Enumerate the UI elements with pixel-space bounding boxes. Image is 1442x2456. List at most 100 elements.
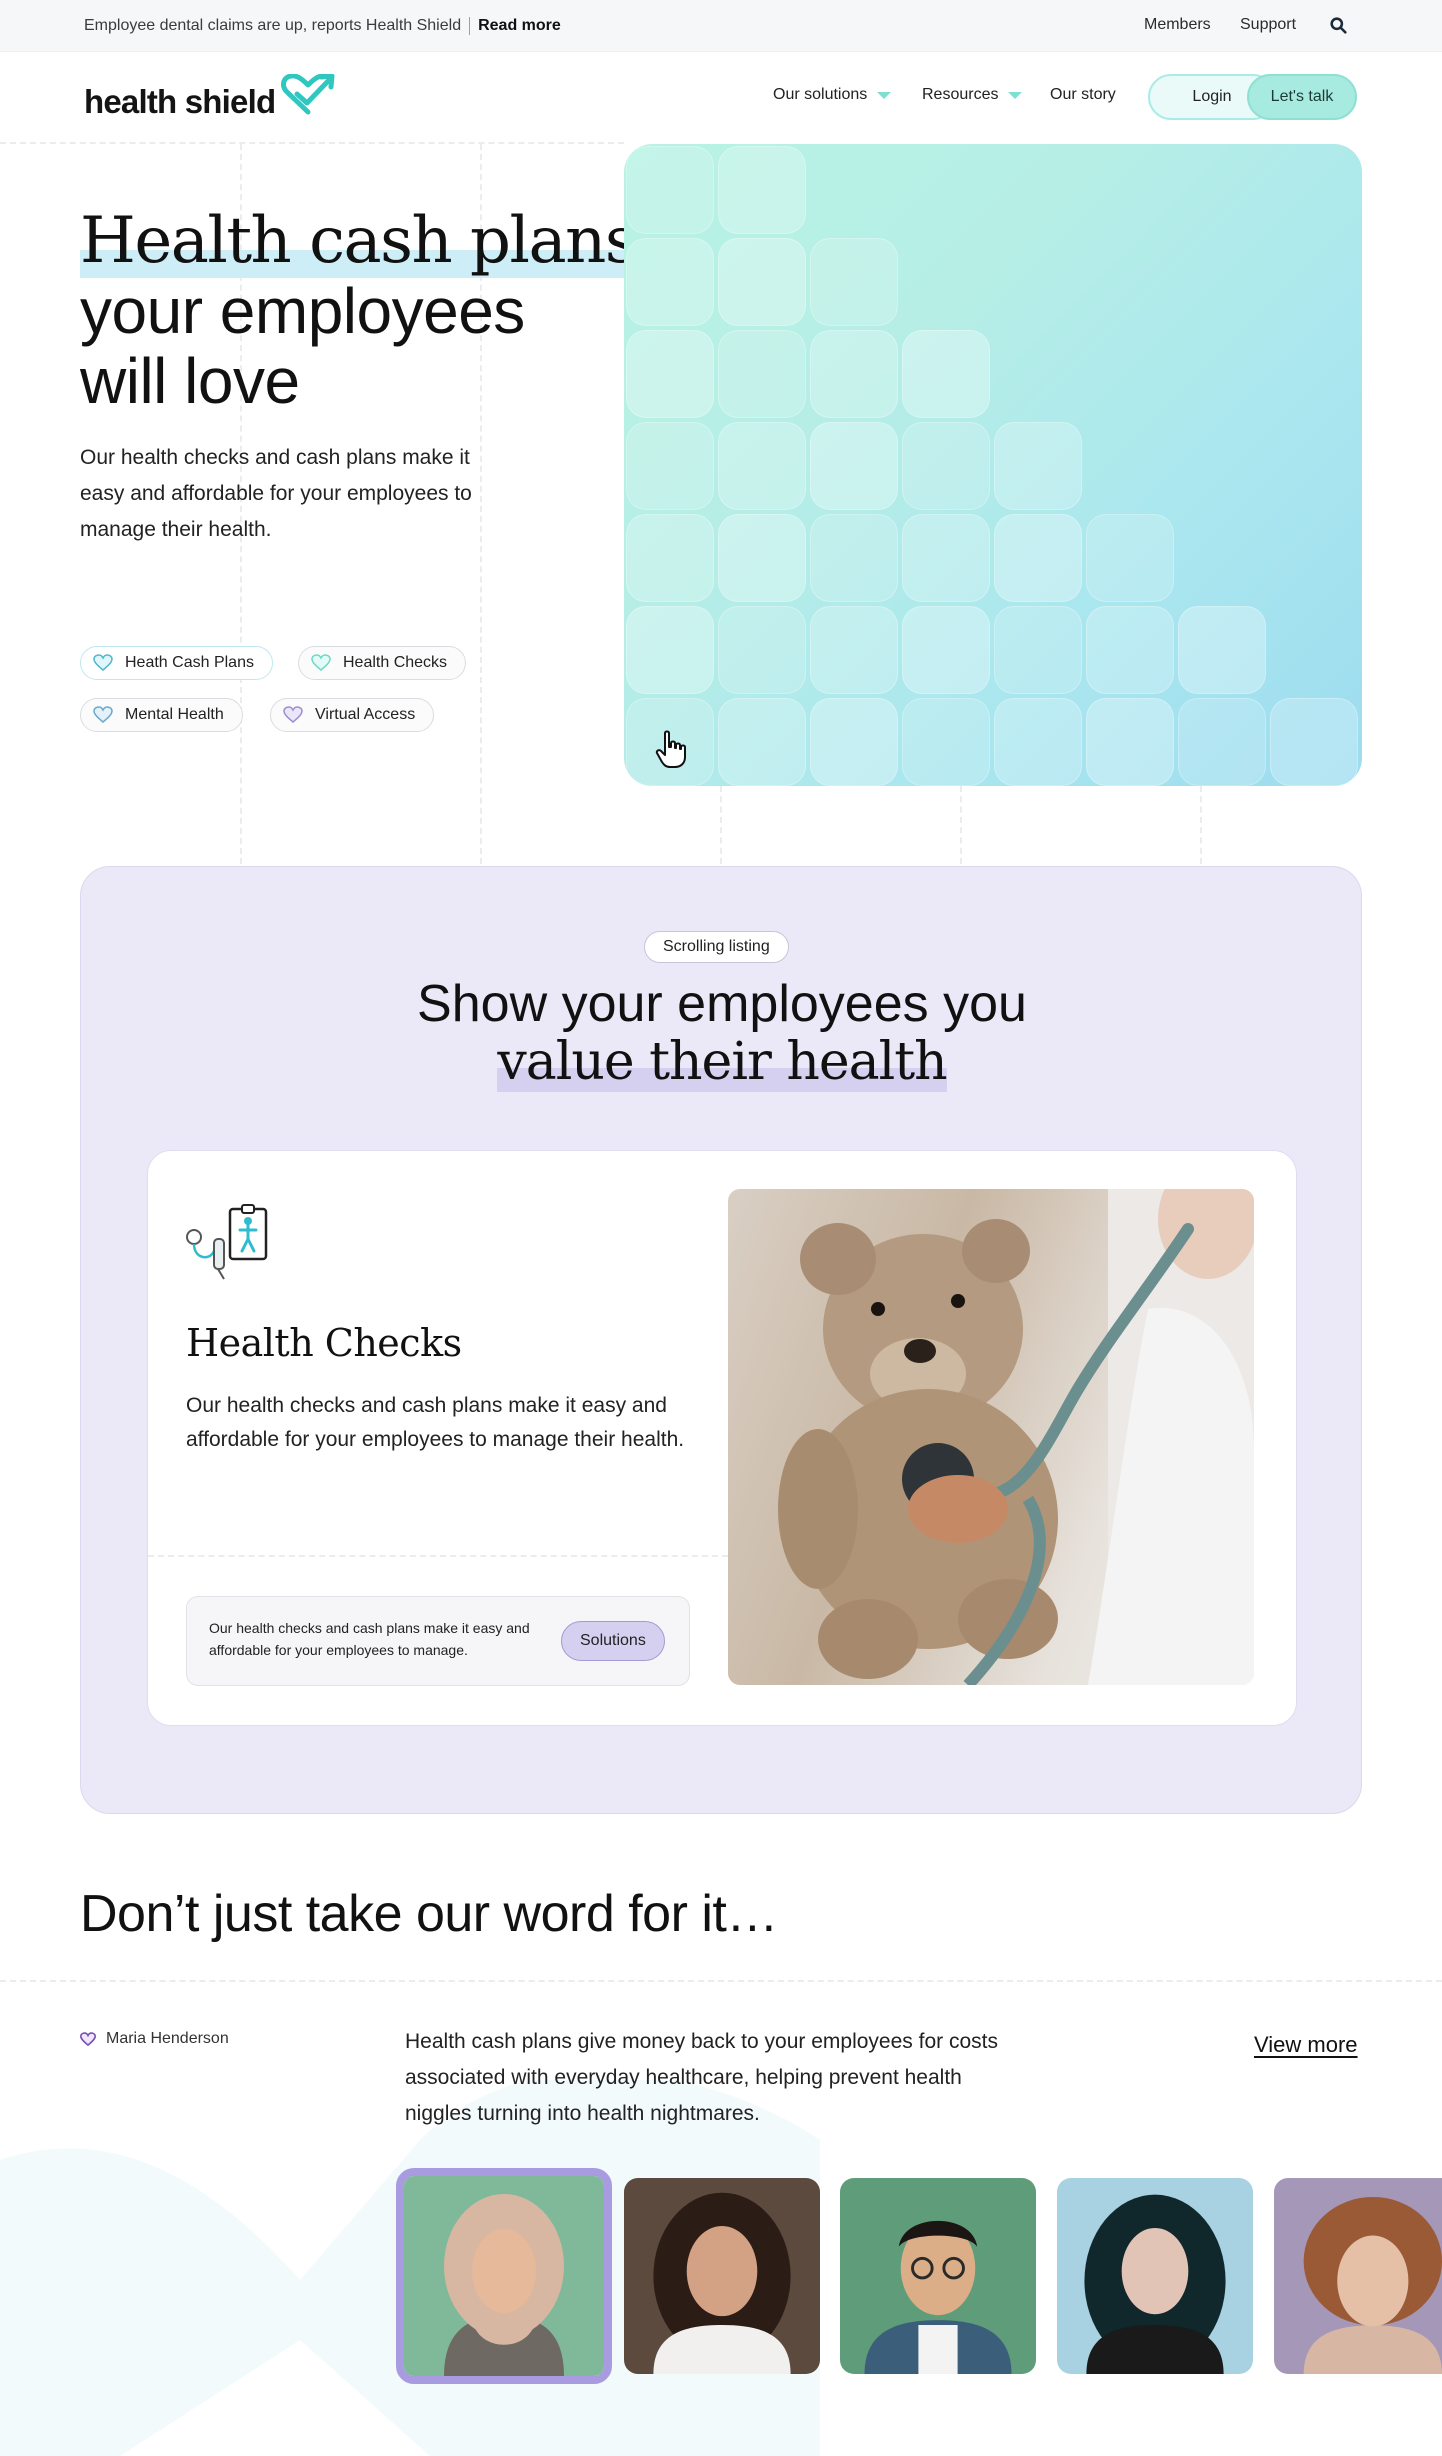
- logo[interactable]: health shield: [84, 74, 335, 118]
- listing-title-highlight: value their health: [497, 1032, 948, 1092]
- pattern-tile: [902, 698, 990, 786]
- site-header: health shield Our solutions Resources Ou…: [0, 52, 1442, 144]
- pattern-tile: [718, 422, 806, 510]
- pattern-tile: [902, 514, 990, 602]
- chip-mental-health[interactable]: Mental Health: [80, 698, 243, 732]
- hero-title-line: will love: [80, 345, 300, 417]
- nav-label: Resources: [922, 86, 999, 103]
- card-note: Our health checks and cash plans make it…: [186, 1596, 690, 1686]
- solutions-button[interactable]: Solutions: [561, 1621, 665, 1661]
- avatar-image: [1057, 2178, 1253, 2374]
- pattern-tile: [810, 330, 898, 418]
- pattern-tile: [902, 330, 990, 418]
- pattern-tile: [626, 330, 714, 418]
- lets-talk-button[interactable]: Let's talk: [1247, 74, 1357, 120]
- pattern-tile: [626, 422, 714, 510]
- pattern-tile: [626, 238, 714, 326]
- hero-subtitle: Our health checks and cash plans make it…: [80, 446, 472, 541]
- avatar-2[interactable]: [624, 2178, 820, 2374]
- avatar-3[interactable]: [840, 2178, 1036, 2374]
- avatar-image: [1274, 2178, 1442, 2374]
- avatar-4[interactable]: [1057, 2178, 1253, 2374]
- nav-label: Our story: [1050, 86, 1116, 103]
- hero-title-line: your employees: [80, 275, 525, 347]
- divider: [469, 17, 471, 35]
- avatar-5[interactable]: [1274, 2178, 1442, 2374]
- pattern-tile: [810, 422, 898, 510]
- nav-our-story[interactable]: Our story: [1050, 86, 1116, 104]
- pattern-tile: [718, 514, 806, 602]
- support-link[interactable]: Support: [1240, 16, 1296, 34]
- teddy-bear-photo: [728, 1189, 1254, 1685]
- heart-icon: [93, 706, 113, 723]
- guide-line: [720, 786, 722, 864]
- testimonials-title: Don’t just take our word for it…: [80, 1885, 778, 1943]
- guide-line: [960, 786, 962, 864]
- announcement-text: Employee dental claims are up, reports H…: [84, 17, 462, 35]
- hand-pointer-icon: [655, 730, 686, 768]
- announcement: Employee dental claims are up, reports H…: [84, 17, 561, 35]
- pattern-tile: [994, 422, 1082, 510]
- health-check-illustration-icon: [186, 1204, 268, 1280]
- read-more-link[interactable]: Read more: [478, 17, 561, 34]
- guide-line: [0, 142, 624, 144]
- nav-our-solutions[interactable]: Our solutions: [773, 86, 892, 104]
- pattern-tile: [1086, 698, 1174, 786]
- heart-icon: [80, 2031, 96, 2046]
- chip-health-cash-plans[interactable]: Heath Cash Plans: [80, 646, 273, 680]
- card-note-text: Our health checks and cash plans make it…: [209, 1620, 530, 1658]
- pattern-tile: [718, 330, 806, 418]
- pattern-tile: [810, 606, 898, 694]
- avatar-image: [404, 2176, 604, 2376]
- pattern-tile: [626, 146, 714, 234]
- pattern-tile: [1178, 606, 1266, 694]
- members-link[interactable]: Members: [1144, 16, 1211, 34]
- guide-line: [0, 1980, 1442, 1982]
- hero-title: Health cash plans your employees will lo…: [80, 204, 638, 417]
- pattern-tile: [994, 606, 1082, 694]
- nav-label: Our solutions: [773, 86, 868, 103]
- testimonial-author: Maria Henderson: [80, 2030, 229, 2048]
- pattern-tile: [718, 606, 806, 694]
- listing-title-line: Show your employees you: [417, 975, 1027, 1033]
- chip-health-checks[interactable]: Health Checks: [298, 646, 467, 680]
- chip-virtual-access[interactable]: Virtual Access: [270, 698, 435, 732]
- chip-label: Heath Cash Plans: [125, 654, 254, 671]
- logo-text: health shield: [84, 83, 276, 120]
- hero-title-highlight: Health cash plans: [80, 204, 638, 278]
- card-title: Health Checks: [186, 1321, 462, 1365]
- view-more-link[interactable]: View more: [1254, 2032, 1358, 2058]
- heart-check-logo-icon: [281, 74, 335, 115]
- pattern-tile: [718, 146, 806, 234]
- chevron-down-icon: [877, 91, 892, 99]
- teddy-bear-image: [778, 1189, 1254, 1685]
- pattern-tile: [1270, 698, 1358, 786]
- pattern-tile: [994, 514, 1082, 602]
- chip-label: Health Checks: [343, 654, 448, 671]
- card-text: Our health checks and cash plans make it…: [186, 1394, 685, 1451]
- listing-section: Scrolling listing Show your employees yo…: [80, 866, 1362, 1814]
- pattern-tile: [1086, 606, 1174, 694]
- divider: [148, 1555, 728, 1557]
- heart-icon: [93, 654, 113, 671]
- chevron-down-icon: [1008, 91, 1023, 99]
- heart-icon: [311, 654, 331, 671]
- pattern-tile: [1178, 698, 1266, 786]
- pattern-tile: [902, 606, 990, 694]
- hero-visual: [624, 144, 1362, 786]
- avatar-image: [624, 2178, 820, 2374]
- avatar-image: [840, 2178, 1036, 2374]
- pattern-tile: [810, 238, 898, 326]
- chip-label: Mental Health: [125, 706, 224, 723]
- pattern-tile: [718, 698, 806, 786]
- search-icon[interactable]: [1330, 17, 1347, 34]
- listing-title: Show your employees you value their heal…: [81, 975, 1363, 1092]
- pattern-tile: [994, 698, 1082, 786]
- pattern-tile: [718, 238, 806, 326]
- health-checks-card: Health Checks Our health checks and cash…: [147, 1150, 1297, 1726]
- announcement-bar: Employee dental claims are up, reports H…: [0, 0, 1442, 52]
- pattern-tile: [902, 422, 990, 510]
- nav-resources[interactable]: Resources: [922, 86, 1023, 104]
- heart-icon: [283, 706, 303, 723]
- avatar-1[interactable]: [396, 2168, 612, 2384]
